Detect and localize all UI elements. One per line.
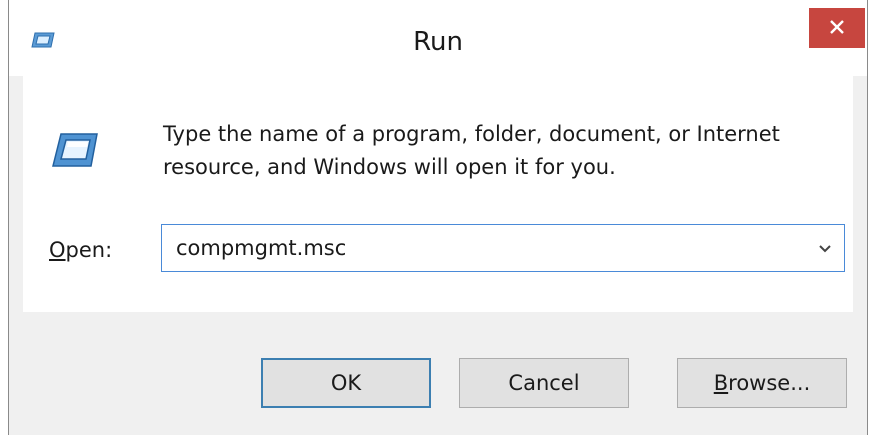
run-icon xyxy=(51,132,99,168)
description-text: Type the name of a program, folder, docu… xyxy=(163,122,780,179)
cancel-button[interactable]: Cancel xyxy=(459,358,629,408)
open-label-text: pen: xyxy=(65,238,113,262)
dialog-body: Type the name of a program, folder, docu… xyxy=(23,76,853,434)
dropdown-button[interactable] xyxy=(806,225,844,271)
browse-button[interactable]: Browse... xyxy=(677,358,847,408)
open-label-accelerator: O xyxy=(49,238,66,262)
close-icon xyxy=(829,19,845,38)
ok-button[interactable]: OK xyxy=(261,358,431,408)
content-area: Type the name of a program, folder, docu… xyxy=(23,76,853,312)
close-button[interactable] xyxy=(809,8,865,48)
open-input[interactable] xyxy=(162,225,802,271)
title-bar[interactable]: Run xyxy=(9,0,867,76)
chevron-down-icon xyxy=(818,239,832,258)
window-title: Run xyxy=(413,27,463,57)
browse-label: rowse... xyxy=(728,371,811,395)
run-dialog: Run Type the name of a program, folder, … xyxy=(8,0,868,435)
open-label: Open: xyxy=(49,236,112,264)
open-combobox[interactable] xyxy=(161,224,845,272)
browse-accelerator: B xyxy=(713,371,729,395)
